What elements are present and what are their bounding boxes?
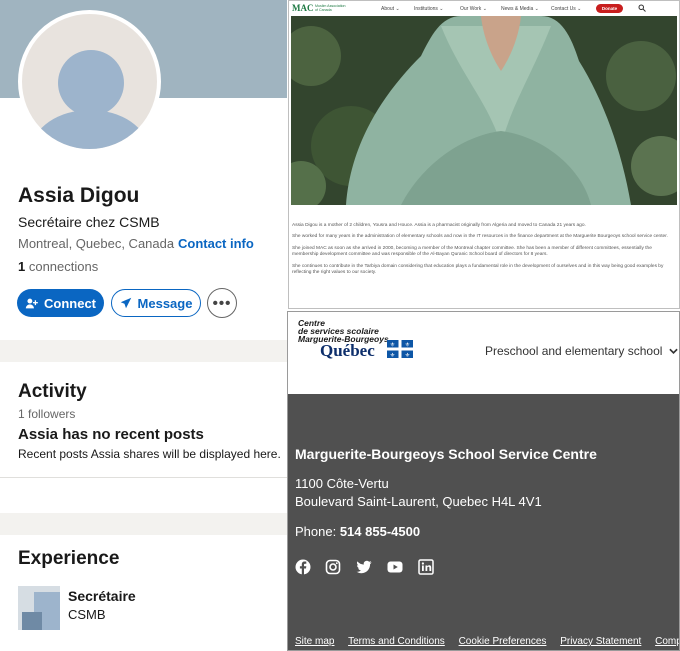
activity-title: Activity xyxy=(18,381,87,402)
quebec-flag-icon: ⚜ ⚜ ⚜ ⚜ xyxy=(387,340,413,358)
no-posts-note: Recent posts Assia shares will be displa… xyxy=(18,447,281,461)
site-map-link[interactable]: Site map xyxy=(295,636,334,647)
contact-info-link[interactable]: Contact info xyxy=(178,236,254,251)
mac-logo-subtitle: Muslim Association of Canada xyxy=(315,4,346,12)
chevron-down-icon: ⌄ xyxy=(395,6,400,12)
no-posts-heading: Assia has no recent posts xyxy=(18,426,204,443)
mac-logo[interactable]: MAC xyxy=(292,3,314,13)
complaint-link[interactable]: Complaint xyxy=(655,636,679,647)
mac-article-body: Assia Digou is a mother of 2 children, Y… xyxy=(292,223,674,281)
cookie-preferences-link[interactable]: Cookie Preferences xyxy=(459,636,547,647)
nav-label: Our Work xyxy=(460,6,482,12)
cssmb-panel: Centre de services scolaire Marguerite-B… xyxy=(287,311,680,651)
nav-our-work[interactable]: Our Work ⌄ xyxy=(460,6,487,12)
avatar-body-shape xyxy=(32,110,148,149)
svg-text:⚜: ⚜ xyxy=(390,342,395,349)
experience-company[interactable]: CSMB xyxy=(68,607,106,622)
footer-links: Site map Terms and Conditions Cookie Pre… xyxy=(295,636,679,647)
avatar-head-shape xyxy=(58,50,124,116)
school-type-dropdown-label: Preschool and elementary school xyxy=(485,344,663,358)
terms-link[interactable]: Terms and Conditions xyxy=(348,636,445,647)
chevron-down-icon: ⌄ xyxy=(534,6,539,12)
address-line-1: 1100 Côte-Vertu xyxy=(295,476,389,491)
cssmb-header: Centre de services scolaire Marguerite-B… xyxy=(288,312,679,394)
more-actions-button[interactable]: ••• xyxy=(207,288,237,318)
article-paragraph: She worked for many years in the adminis… xyxy=(292,234,668,240)
add-person-icon xyxy=(25,298,38,308)
search-icon[interactable] xyxy=(638,4,646,12)
svg-text:⚜: ⚜ xyxy=(405,342,410,349)
mac-article-panel: MAC Muslim Association of Canada About ⌄… xyxy=(288,0,680,309)
separator-dot: · xyxy=(169,236,174,251)
nav-label: About xyxy=(381,6,395,12)
nav-institutions[interactable]: Institutions ⌄ xyxy=(414,6,444,12)
phone-label: Phone: xyxy=(295,524,340,539)
phone-number[interactable]: 514 855-4500 xyxy=(340,524,420,539)
mac-navbar: MAC Muslim Association of Canada About ⌄… xyxy=(289,1,679,16)
nav-label: News & Media xyxy=(501,6,534,12)
nav-about[interactable]: About ⌄ xyxy=(381,6,400,12)
svg-text:⚜: ⚜ xyxy=(390,352,395,358)
profile-location: Montreal, Quebec, Canada xyxy=(18,236,175,251)
connect-button-label: Connect xyxy=(44,295,96,311)
nav-news-media[interactable]: News & Media ⌄ xyxy=(501,6,539,12)
message-button[interactable]: Message xyxy=(111,289,201,317)
donate-button[interactable]: Donate xyxy=(596,4,623,13)
experience-role[interactable]: Secrétaire xyxy=(68,588,136,604)
school-type-dropdown[interactable]: Preschool and elementary school xyxy=(485,344,678,358)
youtube-icon[interactable] xyxy=(387,559,403,575)
chevron-down-icon: ⌄ xyxy=(577,6,582,12)
instagram-icon[interactable] xyxy=(325,559,341,575)
avatar[interactable] xyxy=(18,10,161,153)
connections-count[interactable]: 1 connections xyxy=(18,259,98,274)
twitter-icon[interactable] xyxy=(356,559,372,575)
address-line-2: Boulevard Saint-Laurent, Quebec H4L 4V1 xyxy=(295,494,542,509)
linkedin-profile-panel: Assia Digou Secrétaire chez CSMB Montrea… xyxy=(0,0,287,651)
connections-label: connections xyxy=(25,259,99,274)
phone-line: Phone: 514 855-4500 xyxy=(295,524,420,539)
company-logo-shape xyxy=(22,612,42,630)
cssmb-footer: Marguerite-Bourgeoys School Service Cent… xyxy=(288,394,679,650)
facebook-icon[interactable] xyxy=(295,559,311,575)
section-separator xyxy=(0,340,287,362)
profile-headline: Secrétaire chez CSMB xyxy=(18,214,160,230)
nav-contact-us[interactable]: Contact Us ⌄ xyxy=(551,6,581,12)
chevron-down-icon: ⌄ xyxy=(482,6,487,12)
message-button-label: Message xyxy=(137,295,193,311)
article-paragraph: She continues to contribute in the Tarbi… xyxy=(292,263,664,276)
org-name: Marguerite-Bourgeoys School Service Cent… xyxy=(295,446,597,462)
article-paragraph: She joined MAC as soon as she arrived in… xyxy=(292,245,652,258)
mac-logo-subtitle-line: of Canada xyxy=(315,8,332,12)
article-paragraph: Assia Digou is a mother of 2 children, Y… xyxy=(292,223,586,228)
linkedin-icon[interactable] xyxy=(418,559,434,575)
company-logo[interactable] xyxy=(18,586,60,630)
svg-text:⚜: ⚜ xyxy=(405,352,410,358)
experience-title: Experience xyxy=(18,548,120,569)
profile-photo xyxy=(291,16,677,205)
send-icon xyxy=(120,297,131,309)
chevron-down-icon xyxy=(669,348,678,354)
section-separator xyxy=(0,513,287,535)
cssmb-logo[interactable]: Centre de services scolaire Marguerite-B… xyxy=(298,319,389,344)
divider xyxy=(0,477,287,478)
connect-button[interactable]: Connect xyxy=(17,289,104,317)
nav-label: Institutions xyxy=(414,6,438,12)
privacy-statement-link[interactable]: Privacy Statement xyxy=(560,636,641,647)
chevron-down-icon: ⌄ xyxy=(439,6,444,12)
profile-name: Assia Digou xyxy=(18,184,140,207)
nav-label: Contact Us xyxy=(551,6,576,12)
quebec-wordmark: Québec xyxy=(320,341,375,360)
followers-count[interactable]: 1 followers xyxy=(18,407,75,421)
